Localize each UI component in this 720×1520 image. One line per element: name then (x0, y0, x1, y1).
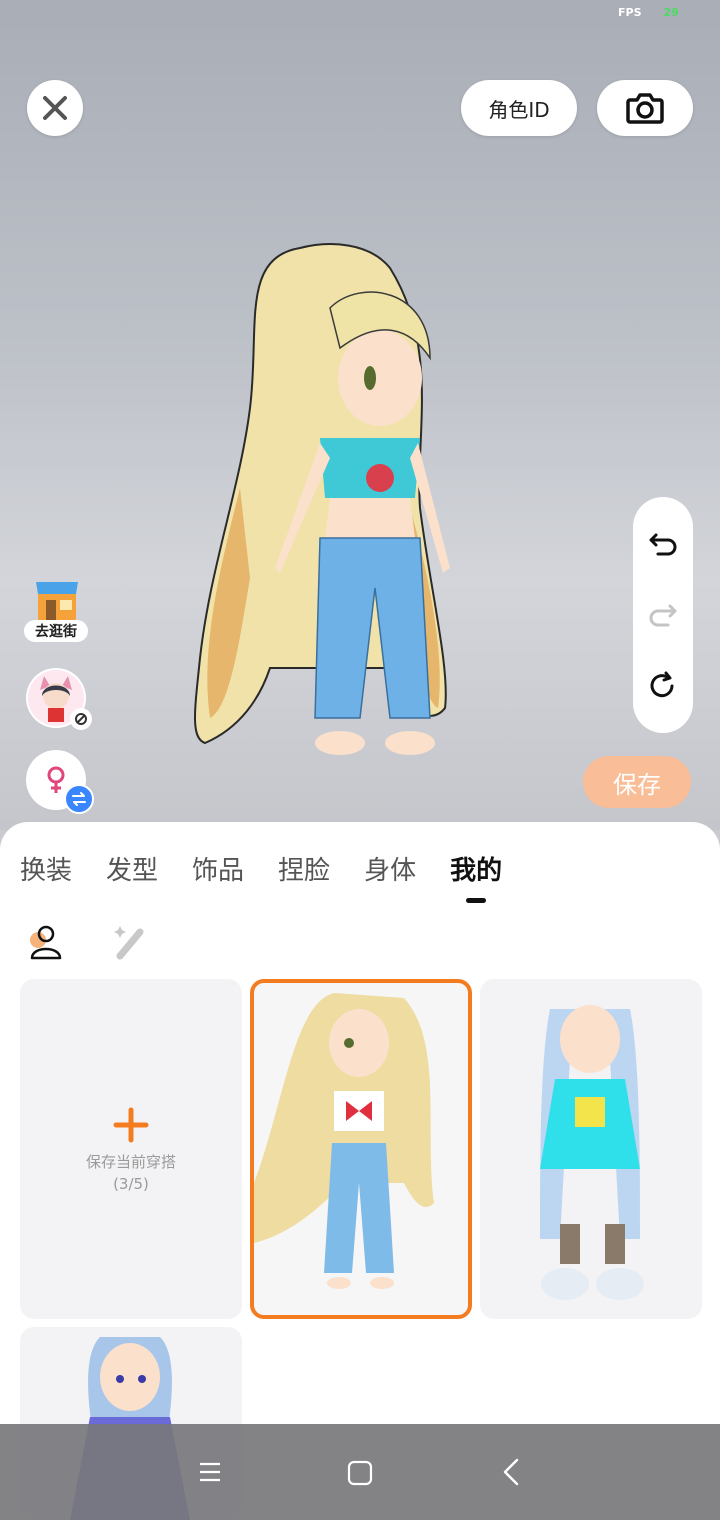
home-icon[interactable] (347, 1460, 373, 1486)
outfit-card-1[interactable] (250, 979, 472, 1319)
role-id-label: 角色ID (488, 97, 550, 122)
history-controls (633, 497, 693, 733)
undo-icon[interactable] (648, 529, 678, 559)
character-model[interactable] (180, 238, 480, 773)
tab-outfit[interactable]: 换装 (20, 850, 72, 887)
gender-switch-button[interactable] (26, 750, 94, 814)
back-icon[interactable] (500, 1458, 524, 1486)
avatar-button[interactable] (26, 668, 92, 730)
plus-icon (113, 1107, 149, 1143)
system-nav-bar (0, 1424, 720, 1520)
fps-counter: FPS 29 (618, 6, 679, 19)
tab-mine[interactable]: 我的 (450, 850, 502, 903)
role-id-button[interactable]: 角色ID (461, 80, 577, 136)
camera-button[interactable] (597, 80, 693, 136)
shop-icon (36, 582, 78, 620)
outfit-thumbnail (540, 1005, 644, 1300)
close-icon (43, 96, 67, 120)
redo-icon[interactable] (648, 600, 678, 630)
save-outfit-title: 保存当前穿搭 (85, 1153, 176, 1171)
outfit-card-2[interactable] (480, 979, 702, 1319)
camera-icon (626, 93, 664, 124)
shop-button[interactable]: 去逛街 (24, 580, 88, 642)
reset-icon[interactable] (648, 671, 678, 701)
fps-label: FPS (618, 6, 642, 19)
tab-body[interactable]: 身体 (364, 850, 416, 887)
visibility-off-badge (70, 708, 92, 730)
tab-face[interactable]: 捏脸 (278, 850, 330, 887)
character-stage[interactable]: FPS 29 角色ID 保存 去逛街 (0, 0, 720, 830)
save-label: 保存 (613, 770, 661, 799)
tab-hair[interactable]: 发型 (106, 850, 158, 887)
wardrobe-panel: 换装 发型 饰品 捏脸 身体 我的 保存当前穿搭 (3/5) (0, 822, 720, 1520)
female-icon (47, 766, 65, 793)
menu-icon[interactable] (198, 1460, 222, 1484)
shop-label: 去逛街 (24, 620, 88, 642)
person-icon[interactable] (24, 922, 64, 962)
swap-icon (72, 792, 86, 806)
hide-icon (75, 713, 87, 725)
outfit-thumbnail (254, 993, 434, 1289)
fps-value: 29 (663, 6, 679, 19)
tab-accessories[interactable]: 饰品 (192, 850, 244, 887)
save-outfit-count: (3/5) (113, 1175, 149, 1193)
close-button[interactable] (27, 80, 83, 136)
swap-badge (64, 784, 94, 814)
save-outfit-card[interactable]: 保存当前穿搭 (3/5) (20, 979, 242, 1319)
save-outfit-text: 保存当前穿搭 (3/5) (20, 1151, 242, 1195)
category-tabs: 换装 发型 饰品 捏脸 身体 我的 (20, 850, 536, 903)
magic-wand-icon[interactable] (110, 922, 150, 962)
save-button[interactable]: 保存 (583, 756, 691, 808)
